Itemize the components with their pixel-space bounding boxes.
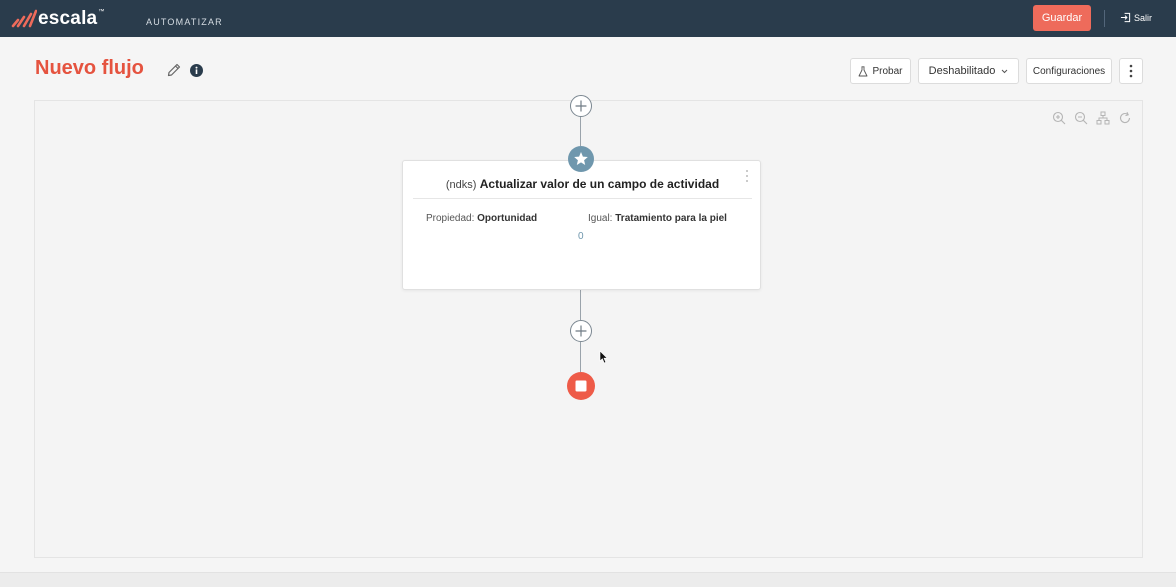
end-node[interactable] (567, 372, 595, 400)
nav-divider (1104, 10, 1105, 27)
status-dropdown-label: Deshabilitado (928, 65, 996, 77)
layout-tree-icon[interactable] (1096, 111, 1110, 125)
info-icon[interactable] (190, 64, 203, 77)
logout-label: Salir (1134, 12, 1153, 23)
trigger-node[interactable] (568, 146, 594, 172)
test-button[interactable]: Probar (850, 58, 911, 84)
brand-logo[interactable]: escala ™ (11, 9, 104, 28)
bottom-strip (0, 572, 1176, 587)
more-options-button[interactable] (1119, 58, 1143, 84)
add-step-button[interactable] (570, 95, 592, 117)
action-card-title: (ndks) Actualizar valor de un campo de a… (403, 177, 762, 191)
connector-line (580, 290, 581, 320)
zoom-in-icon[interactable] (1052, 111, 1066, 125)
flask-icon (859, 65, 868, 76)
equals-label: Igual: (588, 213, 613, 224)
property-field: Propiedad: Oportunidad (426, 213, 537, 224)
refresh-icon[interactable] (1118, 111, 1132, 125)
stop-icon (575, 380, 587, 392)
top-nav-bar: escala ™ AUTOMATIZAR Guardar Salir (0, 0, 1176, 37)
brand-trademark: ™ (98, 9, 105, 15)
add-step-button[interactable] (570, 320, 592, 342)
action-card-prefix: (ndks) (445, 179, 477, 191)
plus-icon (575, 100, 587, 112)
plus-icon (575, 325, 587, 337)
test-button-label: Probar (872, 65, 903, 77)
chevron-down-icon (1001, 69, 1008, 73)
zoom-out-icon[interactable] (1074, 111, 1088, 125)
equals-value: Tratamiento para la piel (615, 213, 727, 224)
equals-field: Igual: Tratamiento para la piel (588, 213, 727, 224)
logout-icon (1120, 12, 1131, 23)
star-icon (574, 152, 588, 165)
property-label: Propiedad: (426, 213, 475, 224)
app-section-label: AUTOMATIZAR (146, 17, 223, 27)
canvas-tools (1052, 111, 1132, 125)
execution-count: 0 (578, 231, 584, 242)
flow-title: Nuevo flujo (35, 57, 144, 79)
brand-name: escala (38, 8, 98, 29)
action-card-name: Actualizar valor de un campo de activida… (479, 177, 720, 191)
logo-icon (11, 9, 37, 28)
pencil-icon[interactable] (166, 62, 182, 78)
property-value: Oportunidad (477, 213, 538, 224)
more-vertical-icon[interactable] (745, 169, 749, 183)
action-card[interactable]: (ndks) Actualizar valor de un campo de a… (402, 160, 761, 290)
logout-link[interactable]: Salir (1120, 12, 1152, 23)
status-dropdown[interactable]: Deshabilitado (918, 58, 1019, 84)
connector-line (580, 342, 581, 372)
save-button[interactable]: Guardar (1033, 5, 1091, 31)
mouse-cursor-icon (599, 350, 608, 364)
settings-button[interactable]: Configuraciones (1026, 58, 1112, 84)
card-divider (413, 198, 752, 199)
more-vertical-icon (1129, 64, 1133, 78)
